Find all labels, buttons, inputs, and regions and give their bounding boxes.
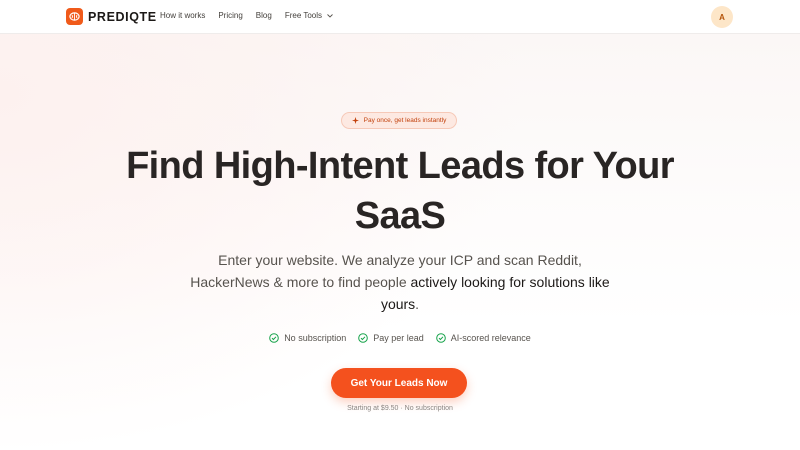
feature-list: No subscription Pay per lead AI-scored r… bbox=[0, 333, 800, 343]
get-leads-button[interactable]: Get Your Leads Now bbox=[331, 368, 467, 398]
feature-label: No subscription bbox=[284, 333, 347, 343]
hero-headline-line-1: Find High-Intent Leads for Your bbox=[126, 145, 674, 187]
check-circle-icon bbox=[269, 333, 279, 343]
nav-link-pricing[interactable]: Pricing bbox=[218, 11, 242, 20]
feature-label: AI-scored relevance bbox=[450, 333, 531, 343]
brand-logo[interactable]: PREDIQTE bbox=[66, 8, 157, 25]
promo-badge: Pay once, get leads instantly bbox=[341, 112, 457, 129]
sparkle-icon bbox=[351, 117, 359, 124]
brain-logo-icon bbox=[66, 8, 83, 25]
chevron-down-icon bbox=[327, 14, 334, 18]
brand-name: PREDIQTE bbox=[88, 9, 157, 24]
check-circle-icon bbox=[358, 333, 369, 343]
top-navbar: PREDIQTE How it works Pricing Blog Free … bbox=[0, 0, 800, 34]
feature-no-subscription: No subscription bbox=[269, 333, 346, 343]
feature-label: Pay per lead bbox=[373, 333, 424, 343]
hero-subheadline: Enter your website. We analyze your ICP … bbox=[180, 249, 620, 315]
pricing-note: Starting at $9.50 · No subscription bbox=[347, 405, 453, 412]
feature-pay-per-lead: Pay per lead bbox=[358, 333, 424, 343]
nav-link-blog[interactable]: Blog bbox=[256, 11, 272, 20]
nav-link-how-it-works[interactable]: How it works bbox=[160, 11, 205, 20]
nav-link-free-tools-label: Free Tools bbox=[284, 11, 323, 20]
check-circle-icon bbox=[435, 333, 446, 343]
nav-links: How it works Pricing Blog Free Tools bbox=[160, 11, 346, 20]
hero-headline-line-2: SaaS bbox=[354, 195, 446, 237]
promo-badge-text: Pay once, get leads instantly bbox=[363, 117, 447, 124]
user-avatar[interactable]: A bbox=[711, 6, 733, 28]
nav-dropdown-free-tools[interactable]: Free Tools bbox=[284, 11, 334, 20]
hero-headline: Find High-Intent Leads for Your SaaS bbox=[100, 141, 700, 241]
subheadline-period: . bbox=[415, 296, 420, 312]
feature-ai-scored-relevance: AI-scored relevance bbox=[435, 333, 531, 343]
